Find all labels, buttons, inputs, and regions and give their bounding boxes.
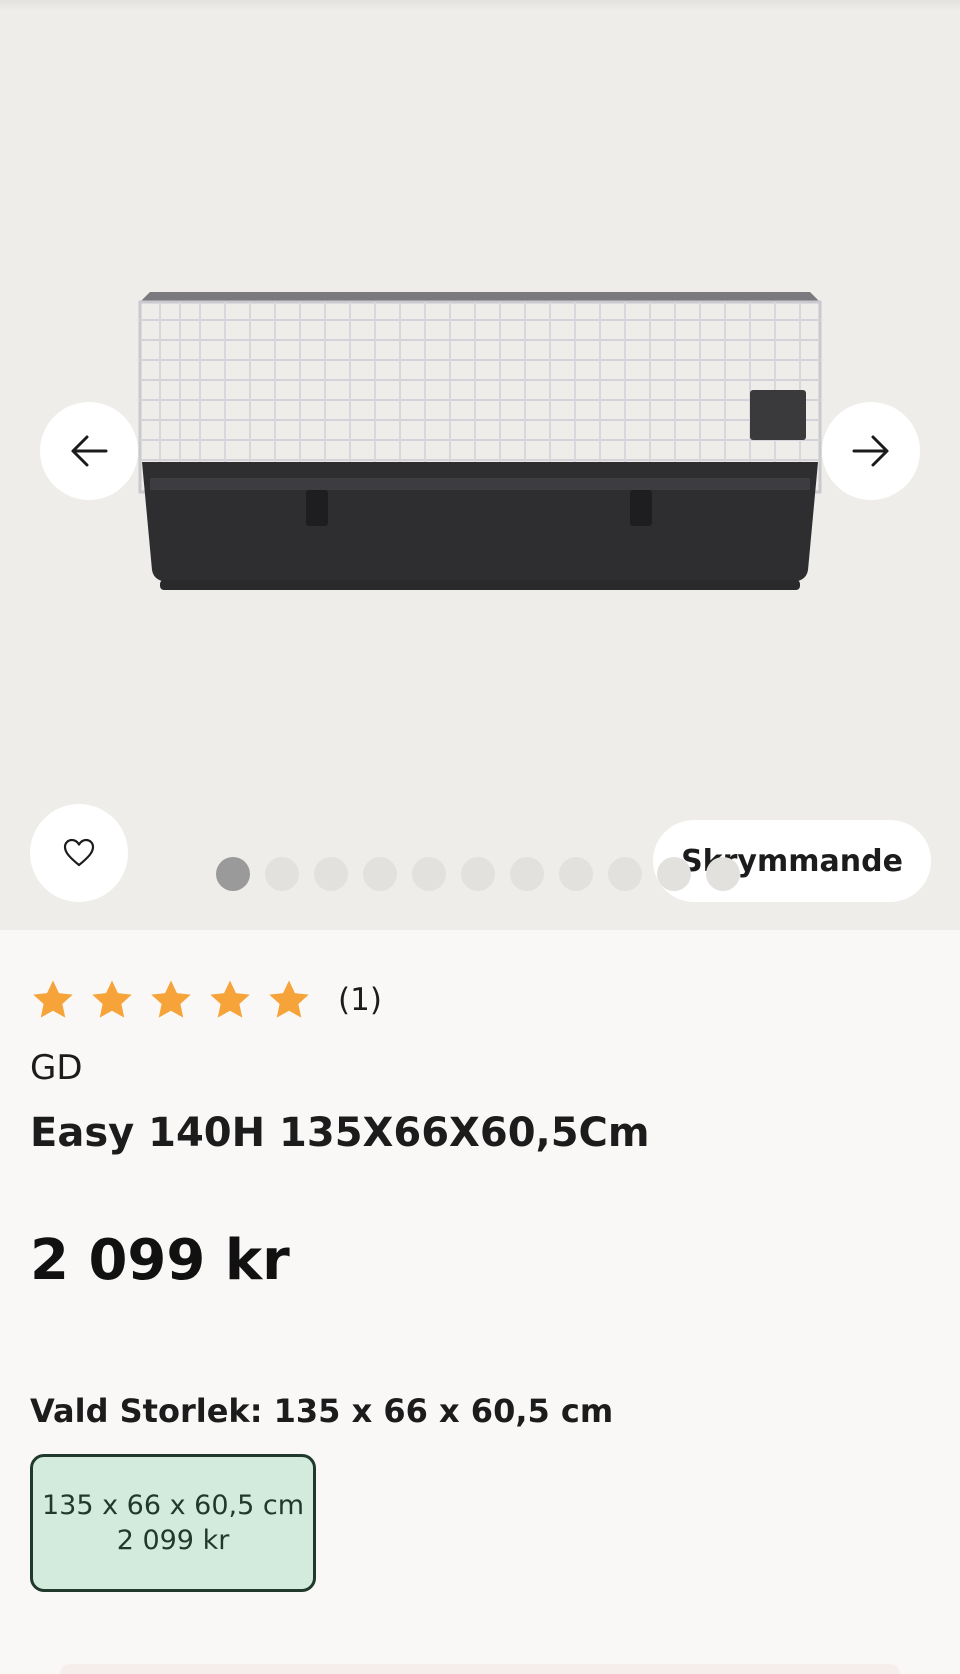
carousel-dot[interactable] [412,857,446,891]
product-rating[interactable]: (1) [30,974,382,1026]
next-image-button[interactable] [822,402,920,500]
arrow-left-icon [71,435,108,467]
star-icon [92,980,132,1018]
product-title: Easy 140H 135X66X60,5Cm [30,1110,650,1156]
star-icon [151,980,191,1018]
carousel-dot[interactable] [657,857,691,891]
product-gallery: Skrymmande [0,0,960,930]
bottom-sheet-edge [60,1664,900,1674]
product-image [138,292,822,590]
star-icon [210,980,250,1018]
carousel-dot[interactable] [265,857,299,891]
size-option-dimensions: 135 x 66 x 60,5 cm [41,1490,305,1521]
rating-stars [30,977,312,1023]
carousel-dot[interactable] [461,857,495,891]
carousel-dot[interactable] [216,857,250,891]
selected-size-label: Vald Storlek: 135 x 66 x 60,5 cm [30,1392,614,1430]
arrow-right-icon [852,435,889,467]
size-option-selected[interactable]: 135 x 66 x 60,5 cm 2 099 kr [30,1454,316,1592]
product-brand[interactable]: GD [30,1048,83,1088]
review-count: (1) [338,982,382,1018]
carousel-dot[interactable] [559,857,593,891]
star-icon [33,980,73,1018]
favorite-button[interactable] [30,804,128,902]
carousel-dot[interactable] [608,857,642,891]
star-icon [269,980,309,1018]
carousel-dot[interactable] [314,857,348,891]
size-option-price: 2 099 kr [116,1525,230,1556]
gallery-top-shadow [0,0,960,10]
carousel-dot[interactable] [363,857,397,891]
carousel-dot[interactable] [706,857,740,891]
heart-icon [63,838,95,867]
product-price: 2 099 kr [30,1228,290,1293]
carousel-dot[interactable] [510,857,544,891]
carousel-pagination [216,857,740,891]
previous-image-button[interactable] [40,402,138,500]
